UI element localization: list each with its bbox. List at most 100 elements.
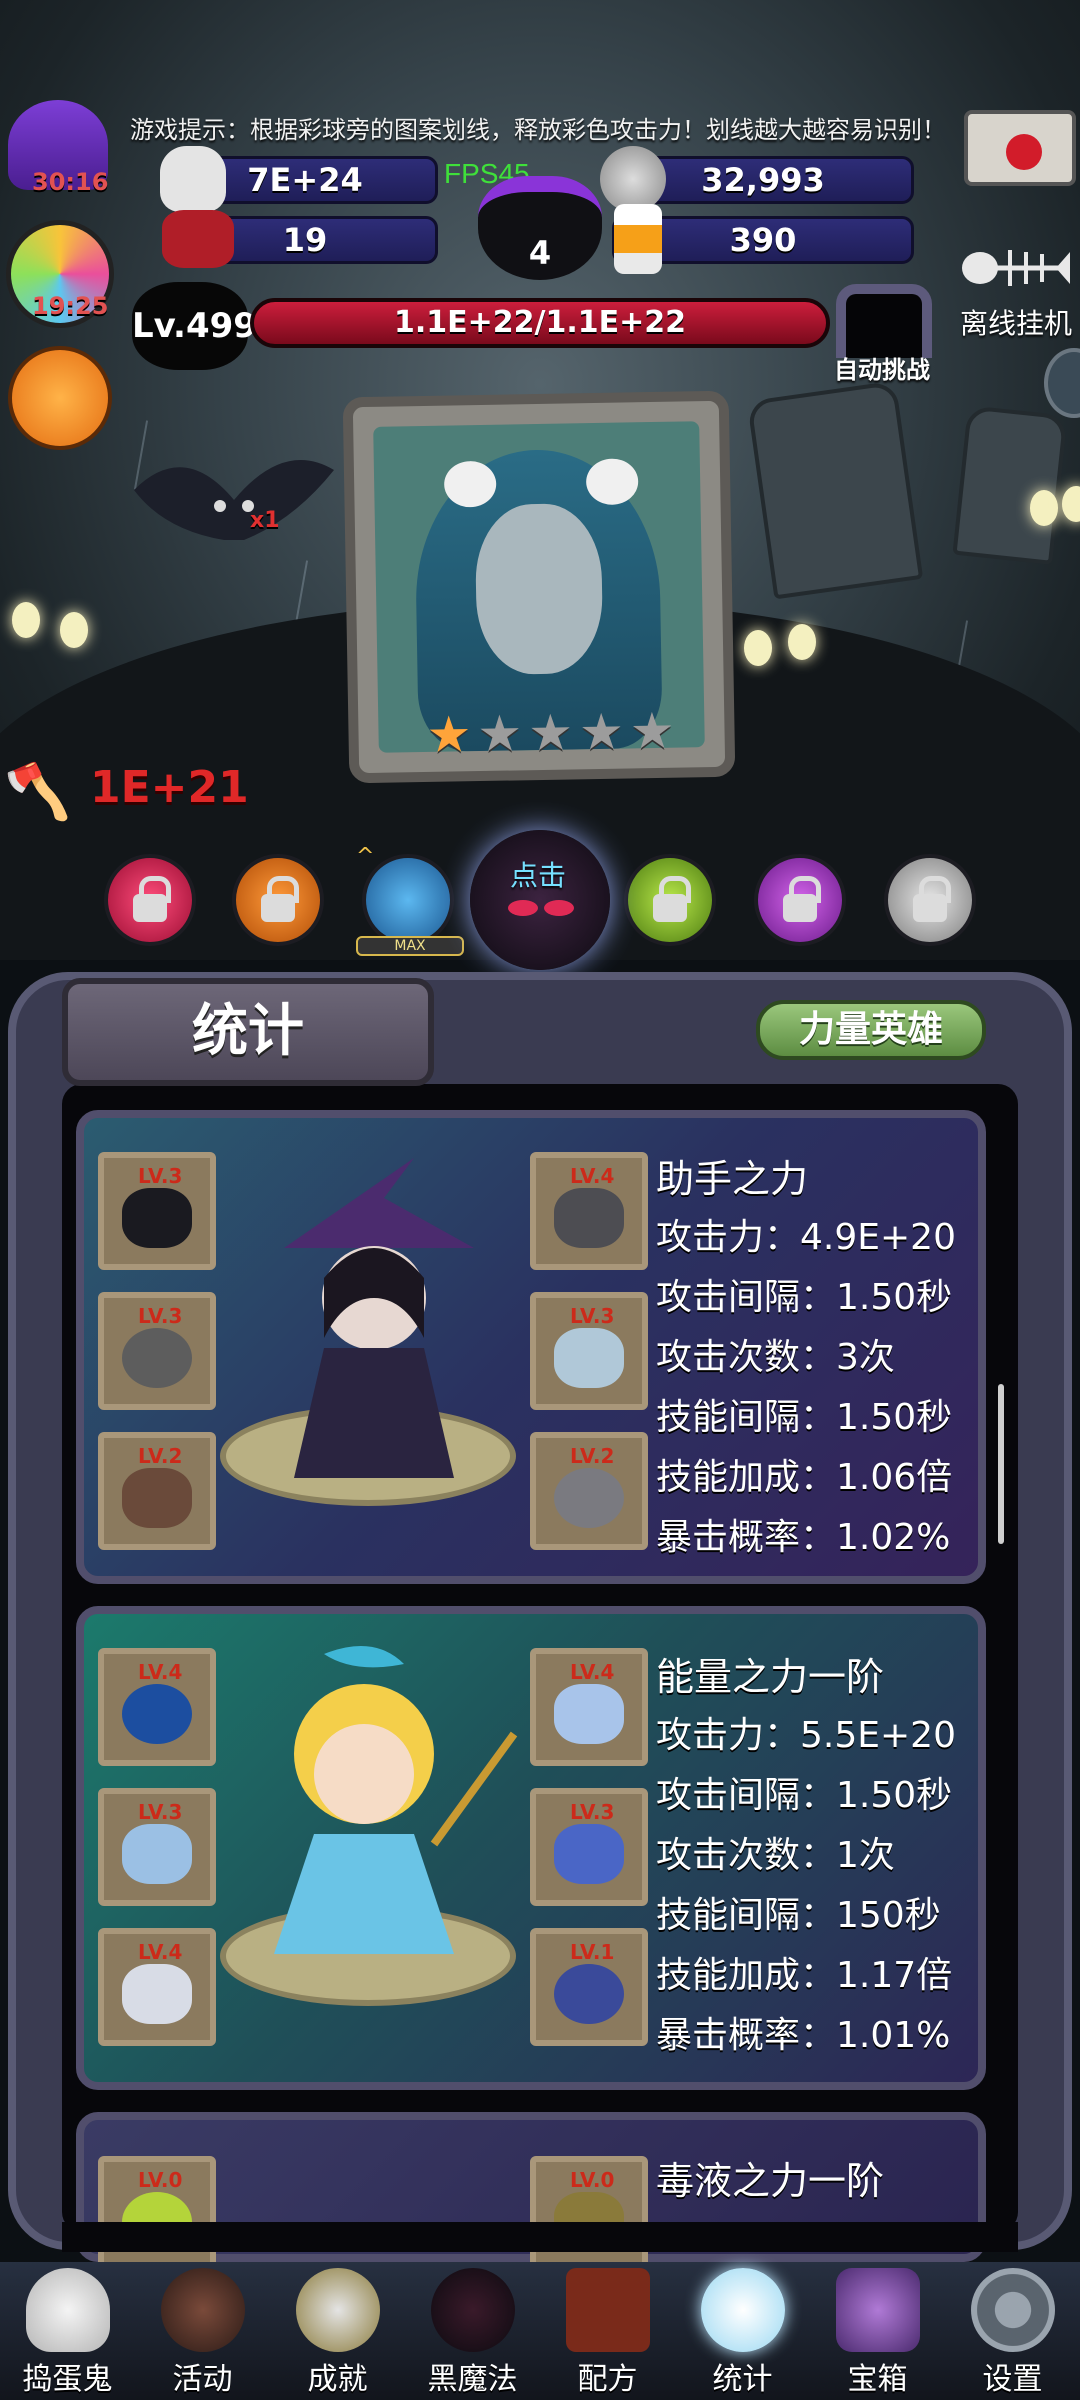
equip-slot[interactable]: LV.2 [530,1432,648,1550]
ghost-eye-glow [1030,490,1058,526]
blue-skull-icon [122,1684,192,1744]
orb-purple-locked[interactable] [754,854,846,946]
level-badge: Lv.499 [132,282,257,370]
nav-settings[interactable]: 设置 [945,2262,1080,2400]
star-icon: ★ [476,704,523,764]
ring-band-icon [122,1328,192,1388]
nav-recipe[interactable]: 配方 [540,2262,675,2400]
nav-stats[interactable]: 统计 [675,2262,810,2400]
tombstone [746,380,924,600]
nav-achievement[interactable]: 成就 [270,2262,405,2400]
bottom-nav: 捣蛋鬼 活动 成就 黑魔法 配方 统计 宝箱 设置 [0,2262,1080,2400]
skull-bomb-icon [162,210,234,268]
mail-envelope-icon[interactable] [964,110,1076,186]
equip-slot[interactable]: LV.4 [530,1648,648,1766]
stat-skill-interval: 技能间隔：1.50秒 [656,1397,953,1438]
nav-label: 黑魔法 [427,2362,518,2397]
equip-slot[interactable]: LV.3 [530,1788,648,1906]
tombstone [952,405,1068,565]
orb-orange-locked[interactable] [232,854,324,946]
panel-title: 统计 [62,978,434,1086]
enemy-hp-bar: 1.1E+22/1.1E+22 [250,298,830,348]
nav-chest[interactable]: 宝箱 [810,2262,945,2400]
enemy-stars: ★ ★ ★ ★ ★ [426,702,675,764]
scrollbar[interactable] [998,1384,1004,1544]
boots-icon [554,1188,624,1248]
fishbone-icon[interactable] [960,238,1070,298]
power-hero-button[interactable]: 力量英雄 [756,1000,986,1060]
equip-slot[interactable]: LV.4 [98,1928,216,2046]
bat-icon[interactable] [124,430,344,590]
lock-icon [133,876,171,922]
nav-black-magic[interactable]: 黑魔法 [405,2262,540,2400]
orb-green-locked[interactable] [624,854,716,946]
slot-level: LV.1 [570,1940,615,1964]
equip-slot[interactable]: LV.3 [530,1292,648,1410]
equip-slot[interactable]: LV.1 [530,1928,648,2046]
ghost-eye-glow [744,630,772,666]
equip-slot[interactable]: LV.4 [530,1152,648,1270]
equip-slot[interactable]: LV.3 [98,1152,216,1270]
lock-icon [653,876,691,922]
equip-slot[interactable]: LV.3 [98,1292,216,1410]
candy-corn-icon [614,204,662,274]
star-icon: ★ [578,702,625,762]
slot-level: LV.3 [570,1800,615,1824]
equip-slot[interactable]: LV.2 [98,1432,216,1550]
stat-attack-count: 攻击次数：1次 [656,1835,895,1876]
cauldron-icon[interactable]: 4 [478,176,602,280]
orb-pink-locked[interactable] [104,854,196,946]
wax-seal [1006,134,1042,170]
nav-label: 宝箱 [847,2362,908,2397]
panel-bottom-mask [62,2222,1018,2252]
boots-icon [554,1684,624,1744]
offline-idle-label[interactable]: 离线挂机 [960,302,1072,342]
orb-max-badge: MAX [356,936,464,956]
hero-card[interactable]: LV.3 LV.3 LV.2 LV.4 LV.3 LV.2 助手之力 攻击力：4… [76,1110,986,1584]
nav-label: 成就 [307,2362,368,2397]
hero-name: 能量之力一阶 [656,1655,885,1699]
crystal-ball-icon [700,2268,785,2352]
star-icon: ★ [527,703,574,763]
stat-skill-bonus: 技能加成：1.17倍 [656,1955,953,1996]
click-label[interactable]: 点击 [510,854,566,894]
helmet-icon [122,1824,192,1884]
slot-level: LV.4 [138,1940,183,1964]
stat-attack-interval: 攻击间隔：1.50秒 [656,1775,953,1816]
ghost-face [474,502,604,676]
orb-blue-skull[interactable] [362,854,454,946]
slot-level: LV.3 [138,1800,183,1824]
equip-slot[interactable]: LV.4 [98,1648,216,1766]
hero-card[interactable]: LV.4 LV.3 LV.4 LV.4 LV.3 LV.1 能量之力一阶 攻击力… [76,1606,986,2090]
ghost-gold-icon [160,146,226,212]
orb-demon[interactable] [470,830,610,970]
auto-challenge-label[interactable]: 自动挑战 [834,350,930,385]
amulet-icon [554,1328,624,1388]
demon-mask-icon [122,1188,192,1248]
ring-icon [554,1468,624,1528]
lock-icon [913,876,951,922]
orb-white-locked[interactable] [884,854,976,946]
pumpkin-icon[interactable] [8,346,112,450]
gear-icon [970,2268,1055,2352]
equip-slot[interactable]: LV.0 [98,2156,216,2274]
equip-slot[interactable]: LV.3 [98,1788,216,1906]
nav-activity[interactable]: 活动 [135,2262,270,2400]
star-icon: ★ [426,705,472,764]
enemy-portrait[interactable]: ★ ★ ★ ★ ★ [342,390,736,784]
stat-attack-count: 攻击次数：3次 [656,1337,895,1378]
auto-challenge-frame[interactable] [836,284,932,358]
nav-label: 设置 [982,2362,1043,2397]
spellbook-icon [565,2268,650,2352]
equip-slot[interactable]: LV.0 [530,2156,648,2274]
stat-attack: 攻击力：4.9E+20 [656,1217,956,1258]
nav-label: 活动 [172,2362,233,2397]
nav-trickster[interactable]: 捣蛋鬼 [0,2262,135,2400]
hero-name: 毒液之力一阶 [656,2159,885,2203]
slot-level: LV.4 [570,1660,615,1684]
ghost-eye-glow [12,602,40,638]
slot-level: LV.0 [570,2168,615,2192]
bat-multiplier: x1 [250,508,280,533]
stat-skill-bonus: 技能加成：1.06倍 [656,1457,953,1498]
game-tip: 游戏提示：根据彩球旁的图案划线，释放彩色攻击力！划线越大越容易识别！ [130,117,946,144]
